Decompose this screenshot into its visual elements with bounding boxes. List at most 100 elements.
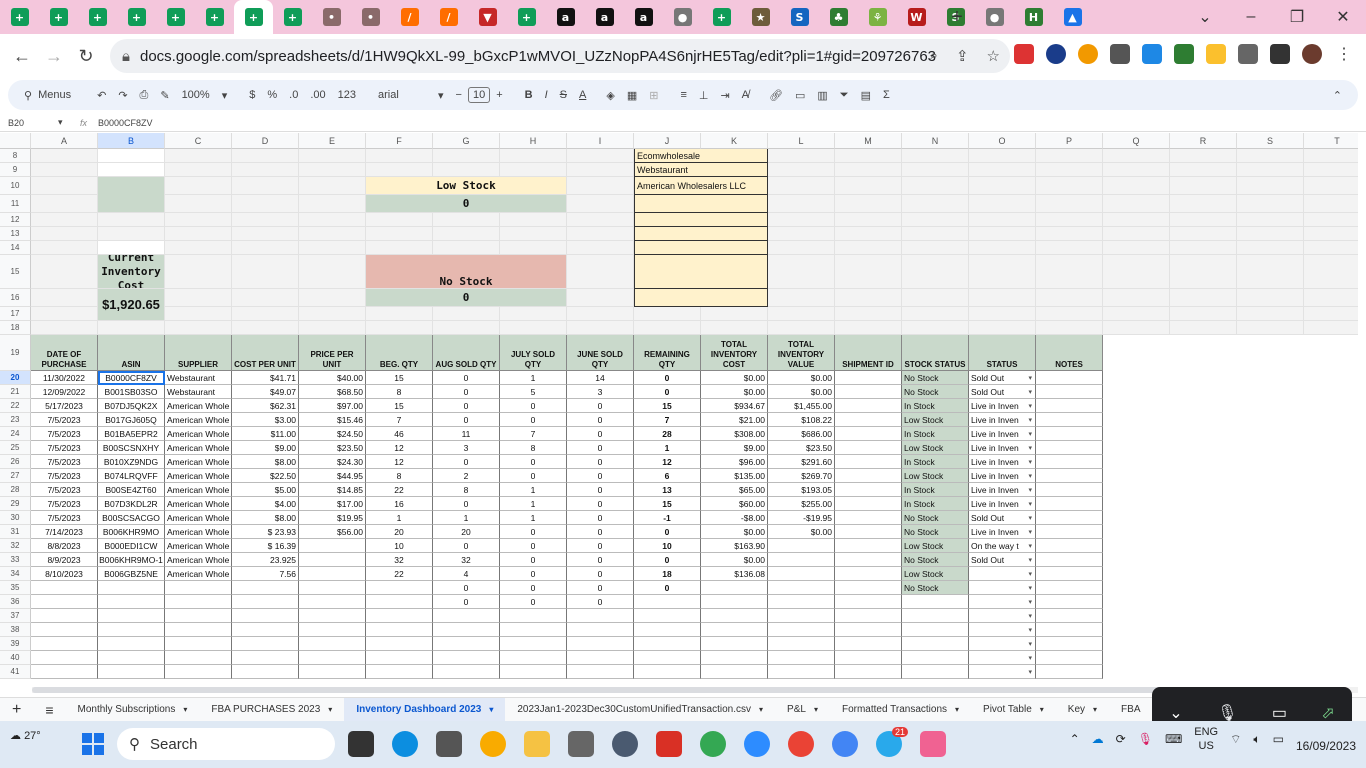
empty-cell[interactable] <box>165 195 232 213</box>
sheet-tab[interactable]: Key ▾ <box>1056 698 1109 722</box>
empty-cell[interactable] <box>299 149 366 163</box>
empty-cell[interactable] <box>567 177 634 195</box>
table-cell[interactable]: 22 <box>366 483 433 497</box>
empty-cell[interactable] <box>1103 163 1170 177</box>
empty-cell[interactable] <box>1237 289 1304 307</box>
table-cell[interactable]: 7/5/2023 <box>31 483 98 497</box>
table-cell[interactable] <box>835 539 902 553</box>
table-cell[interactable]: $0.00 <box>768 525 835 539</box>
all-sheets-icon[interactable]: ≡ <box>33 698 65 722</box>
empty-cell[interactable] <box>31 241 98 255</box>
table-cell[interactable]: 20 <box>433 525 500 539</box>
browser-tab[interactable]: + <box>195 0 234 34</box>
empty-cell[interactable] <box>299 637 366 651</box>
empty-cell[interactable] <box>835 609 902 623</box>
table-cell[interactable]: $1,455.00 <box>768 399 835 413</box>
table-cell[interactable]: On the way t ▾ <box>969 539 1036 553</box>
empty-cell[interactable] <box>366 163 433 177</box>
table-cell[interactable]: $68.50 <box>299 385 366 399</box>
empty-cell[interactable] <box>1103 289 1170 307</box>
table-cell[interactable]: 0 <box>567 483 634 497</box>
table-cell[interactable]: 1 <box>500 497 567 511</box>
table-cell[interactable] <box>1036 581 1103 595</box>
row-header[interactable]: 14 <box>0 241 31 255</box>
empty-cell[interactable] <box>1237 163 1304 177</box>
empty-cell[interactable] <box>835 177 902 195</box>
table-cell[interactable]: ▾ <box>969 581 1036 595</box>
empty-cell[interactable] <box>1036 637 1103 651</box>
column-header[interactable]: G <box>433 133 500 149</box>
browser-tab[interactable]: ★ <box>741 0 780 34</box>
empty-cell[interactable] <box>232 637 299 651</box>
insert-link-icon[interactable]: 🔗︎ <box>763 89 789 102</box>
table-cell[interactable]: Live in Inven ▾ <box>969 483 1036 497</box>
restore-icon[interactable]: ❐ <box>1274 7 1320 27</box>
close-window-icon[interactable]: ✕ <box>1320 7 1366 27</box>
table-cell[interactable]: $24.50 <box>299 427 366 441</box>
empty-cell[interactable] <box>98 651 165 665</box>
empty-cell[interactable] <box>1170 289 1237 307</box>
table-cell[interactable]: $934.67 <box>701 399 768 413</box>
table-cell[interactable] <box>835 441 902 455</box>
browser-tab[interactable]: + <box>156 0 195 34</box>
row-header[interactable]: 8 <box>0 149 31 163</box>
empty-cell[interactable] <box>902 241 969 255</box>
table-cell[interactable]: American Whole <box>165 483 232 497</box>
empty-cell[interactable] <box>768 665 835 679</box>
table-cell[interactable]: $291.60 <box>768 455 835 469</box>
battery-icon[interactable]: ▭ <box>1273 732 1284 746</box>
empty-cell[interactable]: ▾ <box>969 665 1036 679</box>
table-cell[interactable]: 11 <box>433 427 500 441</box>
row-header[interactable]: 29 <box>0 497 31 511</box>
empty-cell[interactable] <box>969 307 1036 321</box>
empty-cell[interactable] <box>1036 149 1103 163</box>
mic-off-icon[interactable]: 🎙︎ <box>1217 703 1237 723</box>
table-cell[interactable]: 0 <box>500 413 567 427</box>
number-format-button[interactable]: 123 <box>332 89 362 101</box>
empty-cell[interactable] <box>500 665 567 679</box>
empty-cell[interactable] <box>31 163 98 177</box>
table-cell[interactable]: $0.00 <box>768 371 835 385</box>
table-cell[interactable]: 13 <box>634 483 701 497</box>
table-cell[interactable] <box>768 581 835 595</box>
table-header[interactable]: COST PER UNIT <box>232 335 299 371</box>
browser-tab[interactable]: + <box>0 0 39 34</box>
empty-cell[interactable] <box>98 321 165 335</box>
empty-cell[interactable] <box>969 213 1036 227</box>
table-cell[interactable]: American Whole <box>165 455 232 469</box>
column-header[interactable]: L <box>768 133 835 149</box>
browser-tab[interactable]: ♣ <box>819 0 858 34</box>
table-cell[interactable]: 7/5/2023 <box>31 413 98 427</box>
empty-cell[interactable] <box>31 665 98 679</box>
reload-icon[interactable]: ↻ <box>70 46 102 67</box>
table-cell[interactable]: 8 <box>366 469 433 483</box>
percent-button[interactable]: % <box>261 89 283 101</box>
sync-icon[interactable]: ⟳ <box>1116 732 1126 746</box>
table-cell[interactable] <box>165 595 232 609</box>
paint-format-icon[interactable]: ✎ <box>154 89 175 102</box>
empty-cell[interactable] <box>1103 213 1170 227</box>
empty-cell[interactable] <box>969 163 1036 177</box>
empty-cell[interactable] <box>1170 241 1237 255</box>
table-cell[interactable]: $5.00 <box>232 483 299 497</box>
empty-cell[interactable] <box>1103 241 1170 255</box>
empty-cell[interactable] <box>165 227 232 241</box>
empty-cell[interactable] <box>768 227 835 241</box>
table-cell[interactable]: $0.00 <box>701 385 768 399</box>
corner-cell[interactable] <box>0 133 31 149</box>
empty-cell[interactable] <box>902 623 969 637</box>
empty-cell[interactable] <box>634 623 701 637</box>
browser-tab[interactable]: / <box>390 0 429 34</box>
column-header[interactable]: R <box>1170 133 1237 149</box>
empty-cell[interactable] <box>1237 177 1304 195</box>
font-size-plus[interactable]: + <box>490 89 508 101</box>
table-cell[interactable]: Live in Inven ▾ <box>969 525 1036 539</box>
clock[interactable]: 16/09/2023 <box>1296 739 1356 753</box>
empty-cell[interactable] <box>299 289 366 307</box>
empty-cell[interactable] <box>500 213 567 227</box>
table-cell[interactable]: 4 <box>433 567 500 581</box>
table-cell[interactable] <box>1036 371 1103 385</box>
summary-cell[interactable] <box>98 177 165 213</box>
sheet-tab[interactable]: Pivot Table ▾ <box>971 698 1056 722</box>
share-icon[interactable]: ⇪ <box>956 47 969 65</box>
